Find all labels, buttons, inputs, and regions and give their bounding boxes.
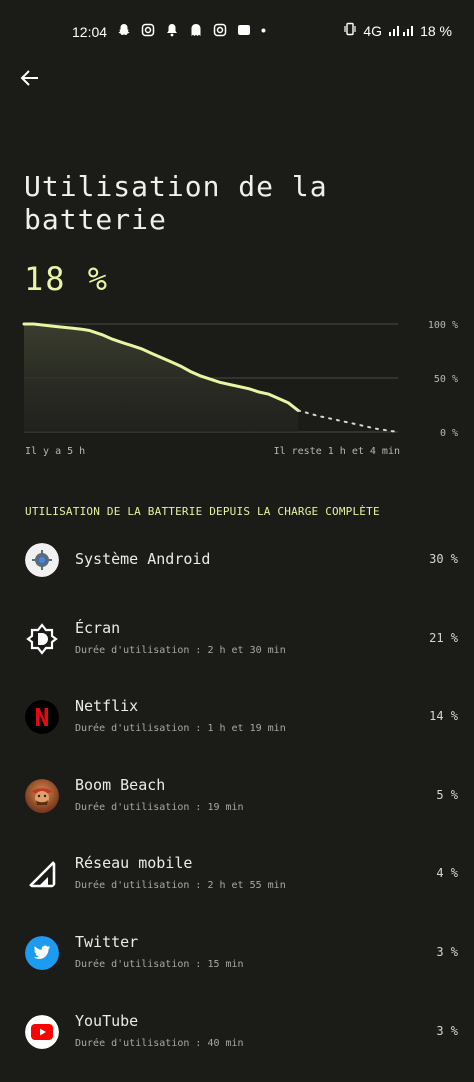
app-usage-percent: 5 % [436, 787, 458, 802]
chart-x-label-start: Il y a 5 h [25, 446, 86, 457]
instagram-icon [140, 22, 156, 38]
app-usage-row[interactable]: YouTube Durée d'utilisation : 40 min 3 % [0, 1012, 474, 1082]
status-time: 12:04 [72, 24, 108, 40]
ghost-icon [188, 22, 204, 38]
app-usage-percent: 30 % [429, 552, 458, 566]
youtube-icon [25, 1014, 59, 1049]
app-usage-duration: Durée d'utilisation : 1 h et 19 min [75, 723, 286, 735]
chart-line-predicted [297, 409, 399, 433]
app-usage-row[interactable]: Système Android 30 % [0, 540, 474, 610]
chart-y-tick-label: 50 % [434, 374, 458, 385]
status-bar: 12:04 4G 18 % [0, 0, 474, 64]
app-usage-duration: Durée d'utilisation : 15 min [75, 959, 244, 970]
app-name: Boom Beach [75, 775, 166, 794]
app-usage-row[interactable]: Réseau mobile Durée d'utilisation : 2 h e… [0, 854, 474, 924]
back-button[interactable] [18, 66, 42, 90]
app-usage-duration: Durée d'utilisation : 2 h et 55 min [75, 880, 286, 892]
app-usage-duration: Durée d'utilisation : 2 h et 30 min [75, 644, 286, 656]
app-usage-row[interactable]: Boom Beach Durée d'utilisation : 19 min 5 … [0, 776, 474, 846]
chart-x-label-end: Il reste 1 h et 4 min [273, 446, 400, 457]
section-header: UTILISATION DE LA BATTERIE DEPUIS LA CHA… [25, 505, 380, 518]
app-name: Écran [75, 618, 121, 637]
netflix-icon [25, 700, 59, 735]
bell-icon [164, 22, 180, 38]
app-usage-duration: Durée d'utilisation : 40 min [75, 1037, 244, 1049]
android-system-icon [25, 543, 59, 577]
app-usage-percent: 21 % [429, 630, 458, 645]
screen-brightness-icon [25, 622, 59, 656]
app-usage-row[interactable]: Twitter Durée d'utilisation : 15 min 3 % [0, 933, 474, 1003]
twitter-icon [25, 936, 59, 970]
app-name: Réseau mobile [75, 854, 193, 873]
app-usage-percent: 4 % [436, 866, 458, 881]
battery-level: 18 % [24, 260, 110, 298]
app-name: Netflix [75, 697, 139, 716]
snapchat-icon [116, 22, 132, 38]
app-name: YouTube [75, 1011, 139, 1030]
boom-beach-icon [25, 778, 59, 813]
app-usage-percent: 3 % [436, 945, 458, 959]
app-usage-duration: Durée d'utilisation : 19 min [75, 801, 244, 813]
app-usage-percent: 14 % [429, 709, 458, 724]
page-title: Utilisation de la batterie [24, 170, 328, 236]
signal-icon [388, 23, 414, 39]
gallery-icon [236, 22, 252, 38]
app-usage-row[interactable]: Écran Durée d'utilisation : 2 h et 30 min… [0, 619, 474, 689]
chart-y-tick-label: 100 % [428, 320, 458, 331]
chart-y-tick-label: 0 % [440, 428, 458, 439]
instagram-icon-2 [212, 22, 228, 38]
app-usage-percent: 3 % [436, 1023, 458, 1038]
status-right: 4G 18 % [343, 22, 452, 39]
cellular-signal-icon [25, 857, 59, 891]
app-usage-row[interactable]: Netflix Durée d'utilisation : 1 h et 19 m… [0, 697, 474, 767]
app-name: Système Android [75, 550, 211, 568]
network-type: 4G [363, 22, 383, 39]
more-dot-icon [260, 22, 266, 38]
vibrate-icon [343, 22, 357, 39]
battery-status: 18 % [420, 22, 452, 39]
battery-chart: 100 % 50 % 0 % [22, 320, 458, 439]
notification-icons [116, 22, 266, 38]
arrow-left-icon [20, 70, 38, 86]
app-name: Twitter [75, 933, 139, 951]
